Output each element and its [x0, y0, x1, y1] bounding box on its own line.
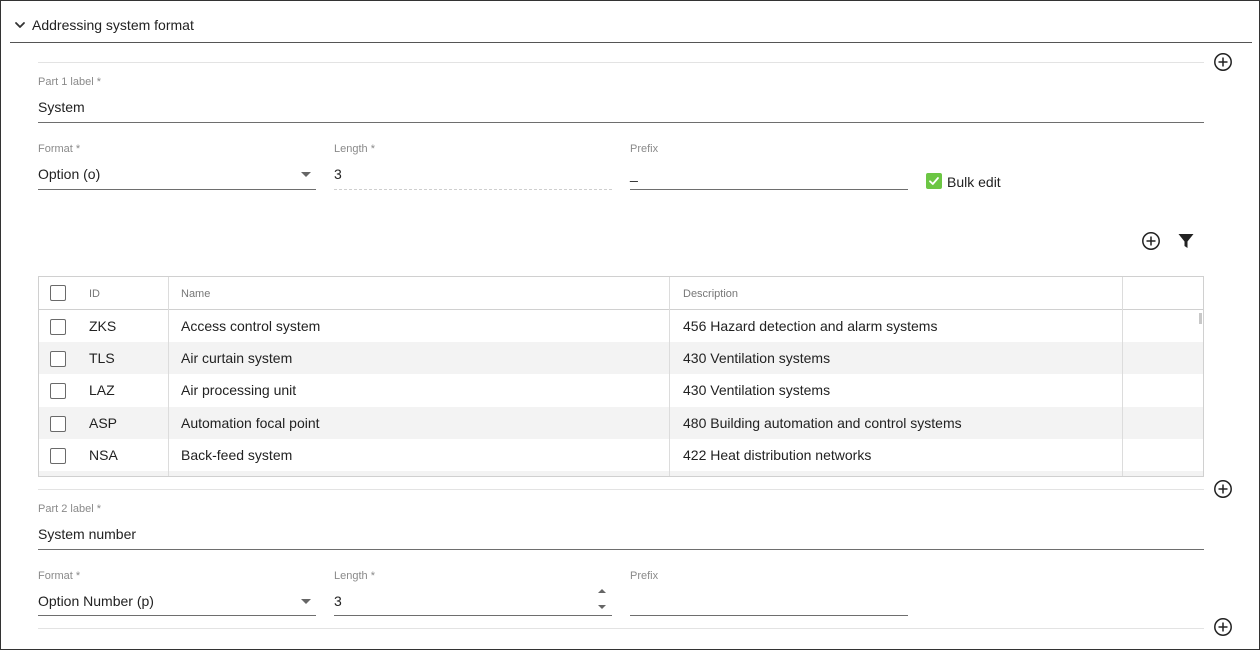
part2-label-title: Part 2 label *	[38, 503, 101, 515]
table-header: ID Name Description	[39, 277, 1203, 310]
column-header-name[interactable]: Name	[181, 277, 210, 310]
filter-icon[interactable]	[1177, 232, 1195, 250]
checkmark-icon	[929, 177, 939, 185]
add-row-icon[interactable]	[1141, 231, 1161, 251]
part2-top-divider	[38, 489, 1204, 490]
part1-prefix-input[interactable]: _	[630, 166, 638, 182]
cell-name: Air curtain system	[181, 350, 293, 366]
part1-top-divider	[38, 62, 1204, 63]
part2-prefix-label: Prefix	[630, 570, 659, 582]
cell-name: Air processing unit	[181, 382, 297, 398]
cell-name: Back-feed system	[181, 447, 293, 463]
table-row-partial	[39, 471, 1203, 476]
row-checkbox[interactable]	[50, 351, 66, 367]
row-checkbox[interactable]	[50, 319, 66, 335]
select-all-checkbox[interactable]	[50, 285, 66, 301]
options-table: ID Name Description ZKS Access control s…	[38, 276, 1204, 477]
part2-prefix-underline	[630, 615, 908, 616]
part1-prefix-label: Prefix	[630, 143, 659, 155]
part1-format-underline	[38, 189, 316, 190]
table-scrollbar[interactable]	[1199, 313, 1202, 324]
part2-length-label: Length *	[334, 570, 375, 582]
part1-label-underline	[38, 122, 1204, 123]
part2-length-underline	[334, 615, 612, 616]
part1-length-input: 3	[334, 166, 342, 182]
dropdown-caret-icon[interactable]	[301, 172, 311, 177]
cell-id: TLS	[89, 350, 115, 366]
cell-description: 422 Heat distribution networks	[683, 447, 872, 463]
column-divider	[1122, 277, 1123, 476]
table-row[interactable]: ZKS Access control system 456 Hazard det…	[39, 310, 1203, 342]
addressing-format-panel: Addressing system format Part 1 label * …	[0, 0, 1260, 650]
part3-top-divider	[38, 628, 1204, 629]
column-header-id[interactable]: ID	[89, 277, 100, 310]
column-header-description[interactable]: Description	[683, 277, 738, 310]
cell-name: Access control system	[181, 318, 321, 334]
row-checkbox[interactable]	[50, 448, 66, 464]
part2-label-input[interactable]: System number	[38, 526, 136, 542]
part1-label-input[interactable]: System	[38, 99, 85, 115]
dropdown-caret-icon[interactable]	[301, 599, 311, 604]
part2-format-label: Format *	[38, 570, 81, 582]
cell-description: 430 Ventilation systems	[683, 382, 831, 398]
section-toggle[interactable]: Addressing system format	[13, 13, 194, 37]
cell-id: NSA	[89, 447, 118, 463]
column-divider	[669, 277, 670, 476]
table-row[interactable]: NSA Back-feed system 422 Heat distributi…	[39, 439, 1203, 471]
section-title: Addressing system format	[32, 17, 194, 33]
add-part-icon[interactable]	[1213, 617, 1233, 637]
part2-format-underline	[38, 615, 316, 616]
cell-description: 430 Ventilation systems	[683, 350, 831, 366]
stepper-up-icon[interactable]	[597, 587, 607, 595]
part2-format-select[interactable]: Option Number (p)	[38, 593, 154, 609]
part2-label-underline	[38, 549, 1204, 550]
cell-id: ASP	[89, 415, 118, 431]
column-divider	[168, 277, 169, 476]
table-row[interactable]: LAZ Air processing unit 430 Ventilation …	[39, 374, 1203, 406]
cell-name: Automation focal point	[181, 415, 320, 431]
cell-id: ZKS	[89, 318, 117, 334]
part1-prefix-underline	[630, 189, 908, 190]
table-row[interactable]: TLS Air curtain system 430 Ventilation s…	[39, 342, 1203, 374]
part1-format-select[interactable]: Option (o)	[38, 166, 100, 182]
cell-description: 480 Building automation and control syst…	[683, 415, 962, 431]
part2-length-input[interactable]: 3	[334, 593, 342, 609]
part1-format-label: Format *	[38, 143, 81, 155]
part1-length-underline	[334, 189, 612, 190]
bulk-edit-label: Bulk edit	[947, 174, 1001, 190]
row-checkbox[interactable]	[50, 416, 66, 432]
add-part-icon[interactable]	[1213, 52, 1233, 72]
chevron-down-icon	[15, 22, 25, 28]
table-row[interactable]: ASP Automation focal point 480 Building …	[39, 407, 1203, 439]
part1-length-label: Length *	[334, 143, 375, 155]
add-part-icon[interactable]	[1213, 479, 1233, 499]
part1-label-title: Part 1 label *	[38, 76, 101, 88]
cell-id: LAZ	[89, 382, 115, 398]
bulk-edit-checkbox[interactable]	[926, 173, 942, 189]
section-divider	[10, 42, 1252, 43]
cell-description: 456 Hazard detection and alarm systems	[683, 318, 938, 334]
stepper-down-icon[interactable]	[597, 603, 607, 611]
row-checkbox[interactable]	[50, 383, 66, 399]
